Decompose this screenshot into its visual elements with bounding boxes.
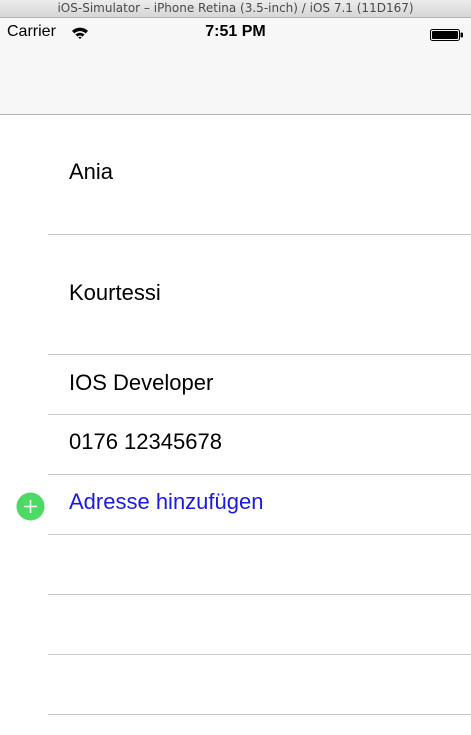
- empty-row: [0, 595, 471, 655]
- first-name-field[interactable]: Ania: [0, 116, 471, 235]
- status-bar: Carrier 7:51 PM: [0, 18, 471, 44]
- add-address-row[interactable]: Adresse hinzufügen: [0, 475, 471, 535]
- simulator-window-title: iOS-Simulator – iPhone Retina (3.5-inch)…: [0, 0, 471, 18]
- add-circle-icon[interactable]: [16, 492, 45, 521]
- empty-row: [0, 655, 471, 715]
- last-name-field[interactable]: Kourtessi: [0, 235, 471, 355]
- last-name-value: Kourtessi: [69, 280, 161, 305]
- phone-field[interactable]: 0176 12345678: [0, 415, 471, 475]
- empty-row: [0, 535, 471, 595]
- row-separator: [48, 714, 471, 715]
- job-title-value: IOS Developer: [69, 370, 214, 395]
- simulator-screen: iOS-Simulator – iPhone Retina (3.5-inch)…: [0, 0, 471, 735]
- first-name-value: Ania: [69, 159, 114, 184]
- navigation-bar: [0, 44, 471, 115]
- status-time: 7:51 PM: [205, 23, 266, 40]
- phone-value: 0176 12345678: [69, 429, 222, 454]
- battery-icon: [430, 29, 463, 41]
- job-title-field[interactable]: IOS Developer: [0, 355, 471, 415]
- add-address-label[interactable]: Adresse hinzufügen: [69, 489, 263, 515]
